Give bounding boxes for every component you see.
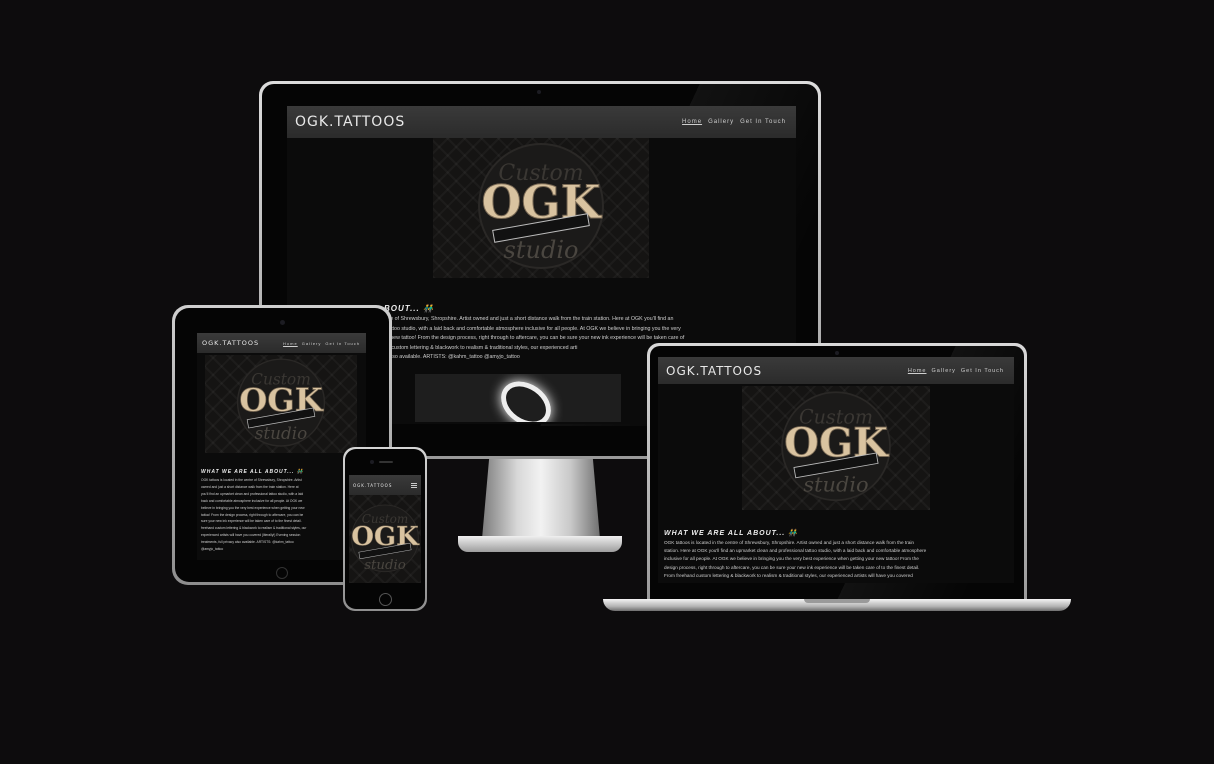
tablet-navbar: OGK.TATTOOS Home Gallery Get In Touch <box>197 333 366 353</box>
nav-gallery-link[interactable]: Gallery <box>302 341 322 346</box>
hero-image: Custom OGK studio <box>205 355 357 453</box>
ogk-logo-emblem: Custom OGK studio <box>351 504 420 573</box>
nav-home-link[interactable]: Home <box>283 341 298 346</box>
studio-photo <box>415 374 621 422</box>
about-heading: WHAT WE ARE ALL ABOUT... 👬 <box>664 530 798 537</box>
laptop-trackpad-notch <box>804 599 870 603</box>
svg-text:studio: studio <box>364 558 406 573</box>
hero-image: Custom OGK studio <box>349 495 421 583</box>
svg-text:studio: studio <box>803 473 868 497</box>
brand-logo-text[interactable]: OGK.TATTOOS <box>353 483 392 488</box>
laptop-site-screen[interactable]: OGK.TATTOOS Home Gallery Get In Touch Cu… <box>658 357 1014 583</box>
tablet-nav-menu: Home Gallery Get In Touch <box>283 341 360 346</box>
phone-speaker <box>379 461 393 463</box>
about-text: OGK tattoos is located in the centre of … <box>201 478 307 552</box>
about-heading: WHAT WE ARE ALL ABOUT... 👬 <box>201 469 305 475</box>
nav-contact-link[interactable]: Get In Touch <box>740 119 786 125</box>
hero-image: Custom OGK studio <box>742 386 930 510</box>
tablet-site-screen[interactable]: OGK.TATTOOS Home Gallery Get In Touch Cu… <box>197 333 366 560</box>
nav-gallery-link[interactable]: Gallery <box>708 119 734 125</box>
camera-icon <box>370 460 374 464</box>
nav-contact-link[interactable]: Get In Touch <box>325 341 360 346</box>
phone-site-screen[interactable]: OGK.TATTOOS Custom OGK studio <box>349 475 421 583</box>
about-text: OGK tattoos is located in the centre of … <box>664 540 927 578</box>
nav-gallery-link[interactable]: Gallery <box>931 368 955 374</box>
desktop-nav-menu: Home Gallery Get In Touch <box>682 119 786 125</box>
laptop-nav-menu: Home Gallery Get In Touch <box>908 368 1004 374</box>
monitor-base <box>458 536 622 552</box>
brand-logo-text[interactable]: OGK.TATTOOS <box>202 339 259 347</box>
brand-logo-text[interactable]: OGK.TATTOOS <box>295 114 405 130</box>
ogk-logo-emblem: Custom OGK studio <box>236 358 326 447</box>
phone-device: OGK.TATTOOS Custom OGK studio <box>343 447 427 611</box>
hero-image: Custom OGK studio <box>433 138 649 278</box>
laptop-device: OGK.TATTOOS Home Gallery Get In Touch Cu… <box>647 343 1027 601</box>
phone-navbar: OGK.TATTOOS <box>349 475 421 495</box>
svg-text:studio: studio <box>504 236 579 264</box>
nav-contact-link[interactable]: Get In Touch <box>961 368 1004 374</box>
ogk-logo-emblem: Custom OGK studio <box>781 391 891 502</box>
brand-logo-text[interactable]: OGK.TATTOOS <box>666 364 762 378</box>
nav-home-link[interactable]: Home <box>682 119 702 125</box>
home-button-icon[interactable] <box>276 567 288 579</box>
ogk-logo-emblem: Custom OGK studio <box>478 143 604 269</box>
desktop-navbar: OGK.TATTOOS Home Gallery Get In Touch <box>287 106 796 138</box>
camera-icon <box>537 90 541 94</box>
hamburger-menu-icon[interactable] <box>411 482 417 488</box>
monitor-stand <box>482 459 600 539</box>
laptop-navbar: OGK.TATTOOS Home Gallery Get In Touch <box>658 357 1014 384</box>
nav-home-link[interactable]: Home <box>908 368 927 374</box>
home-button-icon[interactable] <box>379 593 392 606</box>
camera-icon <box>280 320 285 325</box>
svg-text:studio: studio <box>255 423 307 443</box>
camera-icon <box>835 351 839 355</box>
